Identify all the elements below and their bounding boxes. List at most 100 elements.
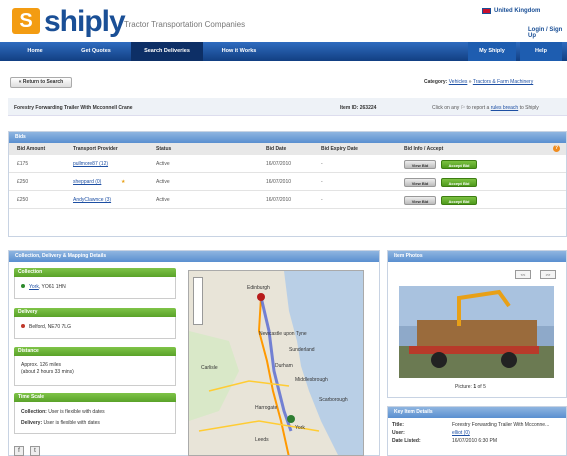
help-icon[interactable]: ? [553,145,560,152]
nav-help[interactable]: Help [520,42,562,61]
col-status: Status [156,146,172,152]
bids-panel: Bids Bid Amount Transport Provider Statu… [8,131,567,237]
map-svg: Edinburgh Newcastle upon Tyne Sunderland Du… [189,271,348,455]
col-bid-info: Bid Info / Accept [404,146,444,152]
bid-date: 16/07/2010 [266,179,292,185]
kd-date-label: Date Listed: [392,438,421,444]
time-scale-box: Time Scale Collection: User is flexible … [14,393,176,434]
logs-pile [417,320,537,350]
distance-value: Approx. 126 miles [21,362,62,368]
trailer-wheel-rear [501,352,517,368]
bid-amount: £175 [17,161,29,167]
photos-header: Item Photos [388,251,566,262]
bid-provider-link[interactable]: pullmore87 (12) [73,155,108,173]
photo-next-button[interactable]: >> [540,270,556,279]
kd-user-label: User: [392,430,405,436]
category-breadcrumb: Category: Vehicles » Tractors & Farm Mac… [424,79,533,85]
view-bid-button[interactable]: View Bid [404,160,436,169]
kd-title-value: Forestry Forwarding Trailer With Mcconne… [452,422,550,428]
collection-city-link[interactable]: York [29,284,39,290]
distance-time: (about 2 hours 33 mins) [21,369,74,375]
bid-provider-link[interactable]: sheppard (0) [73,173,101,191]
star-icon: ★ [121,179,126,185]
time-delivery-label: Delivery: [21,420,43,426]
bid-date: 16/07/2010 [266,161,292,167]
nav-how-it-works[interactable]: How it Works [206,42,272,61]
delivery-pin[interactable] [257,293,265,301]
category-tractors-link[interactable]: Tractors & Farm Machinery [473,79,533,85]
map-zoom-control[interactable] [193,277,203,325]
trailer-bed [409,346,539,354]
flag-icon: ⚐ [460,105,466,111]
rules-breach-link[interactable]: rules breach [491,105,519,111]
map-label: Sunderland [289,347,315,353]
bid-amount: £250 [17,197,29,203]
report-notice: Click on any ⚐ to report a rules breach … [432,105,539,111]
kd-user-link[interactable]: elliot (0) [452,429,470,437]
main-nav: Home Get Quotes Search Deliveries How it… [0,42,567,61]
nav-get-quotes[interactable]: Get Quotes [66,42,126,61]
map-label: Middlesbrough [295,377,328,383]
map-label: Harrogate [255,405,277,411]
bid-row: £250 AndyClawnce (3) Active 16/07/2010 - View… [9,191,566,209]
category-label: Category: [424,79,448,85]
distance-header: Distance [14,347,176,356]
bids-column-headers: Bid Amount Transport Provider Status Bid… [9,143,566,155]
nav-home[interactable]: Home [8,42,62,61]
photo-prev-button[interactable]: << [515,270,531,279]
collection-postcode: , YO61 1HN [38,284,66,290]
photo-total: 5 [483,384,486,390]
kd-title-label: Title: [392,422,404,428]
col-transport-provider: Transport Provider [73,146,118,152]
twitter-share-icon[interactable]: t [30,446,40,456]
col-bid-expiry: Bid Expiry Date [321,146,358,152]
trailer-wheel-front [431,352,447,368]
photo-current: 1 [473,384,477,390]
distance-box: Distance Approx. 126 miles (about 2 hours… [14,347,176,386]
shiply-logo-text[interactable]: shiply [44,5,126,39]
shiply-logo-mark[interactable]: S [12,8,40,34]
time-scale-header: Time Scale [14,393,176,402]
map-label: Carlisle [201,365,218,371]
facebook-share-icon[interactable]: f [14,446,24,456]
page-tagline: Tractor Transportation Companies [124,20,246,29]
listing-title: Forestry Forwarding Trailer With Mcconne… [14,105,133,111]
item-photo[interactable] [399,286,554,378]
time-delivery-value: User is flexible with dates [43,420,100,426]
route-map[interactable]: Edinburgh Newcastle upon Tyne Sunderland Du… [188,270,364,456]
photo-counter: Picture: 1 of 5 [455,384,486,390]
delivery-box: Delivery Belford, NE70 7LG [14,308,176,339]
accept-bid-button[interactable]: Accept Bid [441,178,477,187]
bid-expiry: - [321,179,323,185]
details-header: Collection, Delivery & Mapping Details [9,251,379,262]
kd-date-value: 16/07/2010 6:30 PM [452,438,498,444]
item-id-value: 263224 [359,105,377,111]
red-pin-icon [21,324,25,328]
bid-status: Active [156,161,170,167]
bid-expiry: - [321,161,323,167]
photo-counter-label: Picture: [455,384,472,390]
category-vehicles-link[interactable]: Vehicles [449,79,468,85]
bid-row: £175 pullmore87 (12) Active 16/07/2010 - View… [9,155,566,173]
view-bid-button[interactable]: View Bid [404,196,436,205]
bids-header: Bids [9,132,566,143]
photo-svg [399,286,554,378]
bid-row: £250 sheppard (0) Active 16/07/2010 - ★ View B… [9,173,566,191]
bid-status: Active [156,197,170,203]
report-pre: Click on any [432,105,460,111]
bid-expiry: - [321,197,323,203]
key-details-list: Title: Forestry Forwarding Trailer With M… [392,421,564,445]
bid-provider-link[interactable]: AndyClawnce (3) [73,191,111,209]
map-label: Scarborough [319,397,348,403]
view-bid-button[interactable]: View Bid [404,178,436,187]
accept-bid-button[interactable]: Accept Bid [441,160,477,169]
time-collection-value: User is flexible with dates [48,409,105,415]
item-id-label: Item ID: [340,105,359,111]
nav-my-shiply[interactable]: My Shiply [468,42,516,61]
region-selector[interactable]: United Kingdom [494,8,540,14]
collection-pin[interactable] [287,415,295,423]
return-to-search-button[interactable]: « Return to Search [10,77,72,88]
nav-search-deliveries[interactable]: Search Deliveries [131,42,203,61]
accept-bid-button[interactable]: Accept Bid [441,196,477,205]
map-label: Edinburgh [247,285,270,291]
